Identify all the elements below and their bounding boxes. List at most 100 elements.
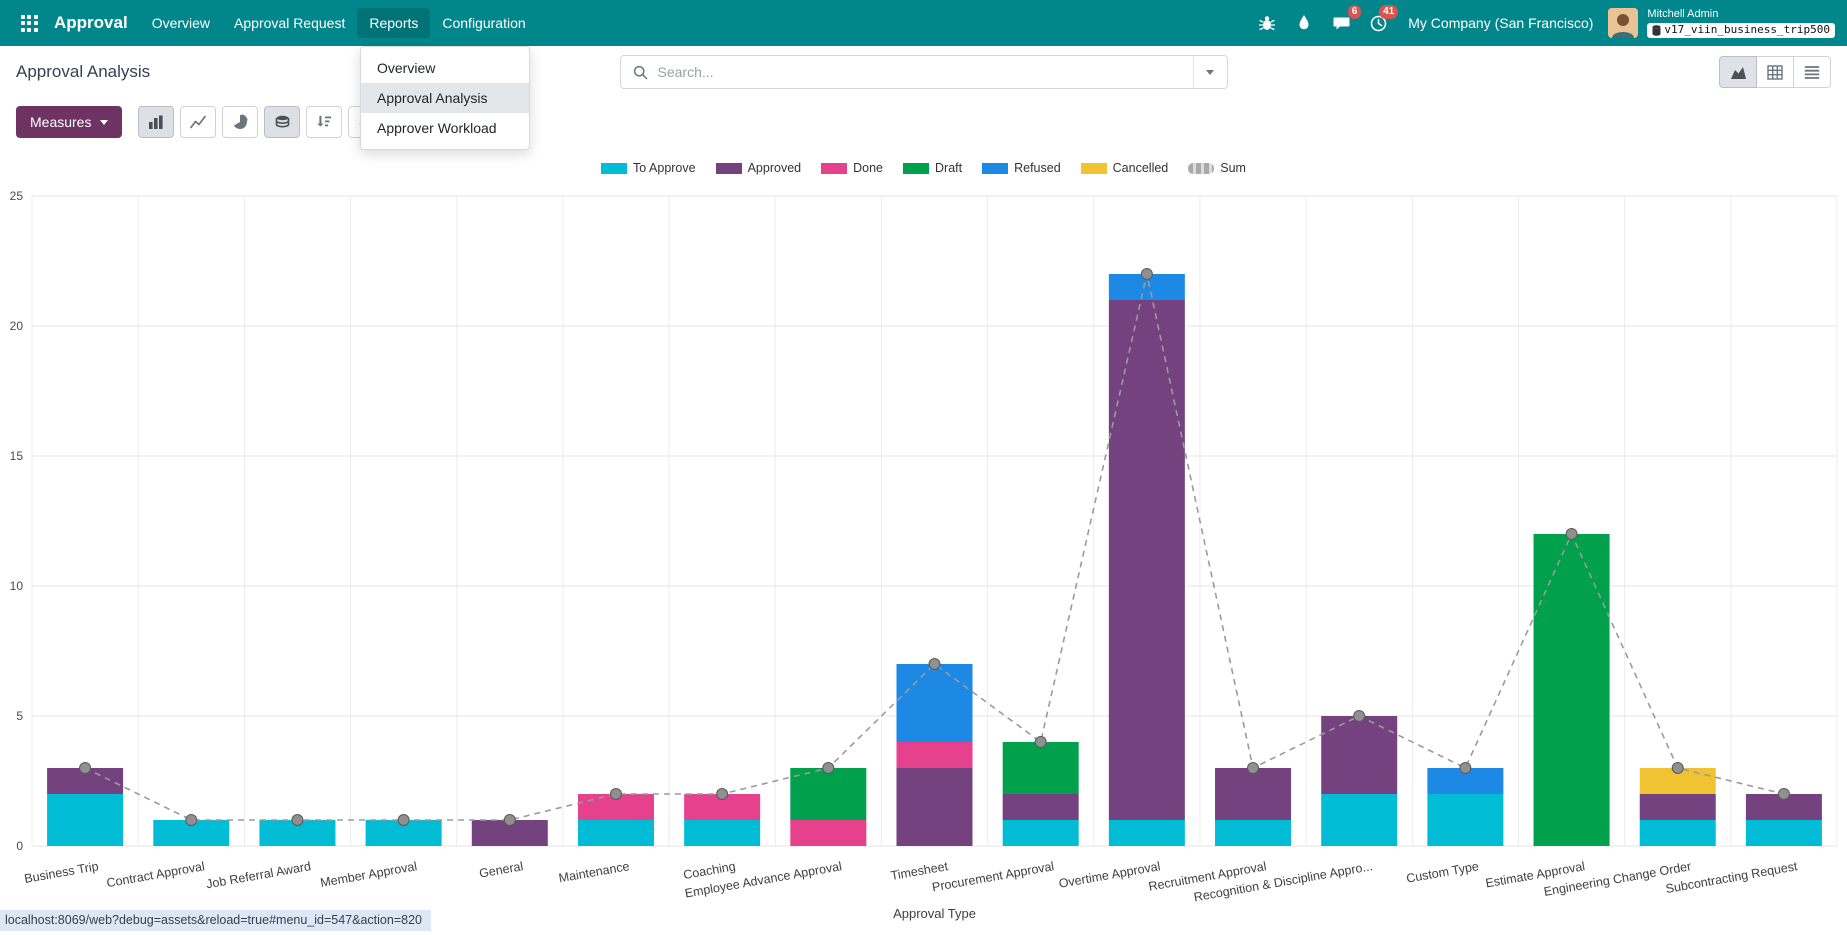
user-menu[interactable]: Mitchell Admin v17_viin_business_trip500	[1647, 8, 1835, 37]
legend-label: Refused	[1014, 161, 1061, 175]
y-tick-label: 20	[10, 319, 24, 333]
company-switcher[interactable]: My Company (San Francisco)	[1408, 15, 1593, 31]
bar-segment[interactable]	[684, 820, 760, 846]
navbar-menu: Overview Approval Request Reports Config…	[140, 0, 538, 46]
sum-point[interactable]	[1035, 737, 1046, 748]
y-tick-label: 15	[10, 449, 24, 463]
legend-label: Approved	[748, 161, 802, 175]
legend-label: Sum	[1220, 161, 1246, 175]
x-tick-label: Recognition & Discipline Appro...	[1193, 859, 1374, 904]
user-avatar[interactable]	[1608, 8, 1638, 38]
bar-segment[interactable]	[1109, 820, 1185, 846]
legend-item[interactable]: To Approve	[601, 161, 696, 175]
x-tick-label: Procurement Approval	[931, 859, 1055, 894]
sum-point[interactable]	[1672, 763, 1683, 774]
bar-segment[interactable]	[897, 664, 973, 742]
systray: 6 41 My Company (San Francisco) Mitchell…	[1256, 8, 1835, 38]
sum-point[interactable]	[929, 659, 940, 670]
pivot-view-button[interactable]	[1756, 56, 1794, 88]
bar-segment[interactable]	[1109, 300, 1185, 820]
sum-point[interactable]	[1248, 763, 1259, 774]
messages-badge: 6	[1348, 5, 1362, 19]
legend-label: Draft	[935, 161, 962, 175]
list-view-button[interactable]	[1793, 56, 1831, 88]
bar-segment[interactable]	[578, 820, 654, 846]
bar-segment[interactable]	[1215, 768, 1291, 820]
app-name[interactable]: Approval	[54, 13, 128, 33]
sum-point[interactable]	[292, 815, 303, 826]
sum-point[interactable]	[610, 789, 621, 800]
x-tick-label: Business Trip	[23, 859, 99, 886]
chart: 0510152025Business TripContract Approval…	[0, 182, 1847, 935]
sum-point[interactable]	[1778, 789, 1789, 800]
legend-item[interactable]: Cancelled	[1081, 161, 1169, 175]
measures-button[interactable]: Measures	[16, 106, 122, 138]
pie-chart-button[interactable]	[222, 106, 258, 138]
bar-segment[interactable]	[1003, 820, 1079, 846]
bar-segment[interactable]	[1003, 742, 1079, 794]
sum-point[interactable]	[1460, 763, 1471, 774]
sum-point[interactable]	[398, 815, 409, 826]
bar-segment[interactable]	[1003, 794, 1079, 820]
x-tick-label: Custom Type	[1405, 859, 1480, 886]
bar-segment[interactable]	[1321, 794, 1397, 846]
menu-configuration[interactable]: Configuration	[430, 8, 537, 38]
menu-overview[interactable]: Overview	[140, 8, 222, 38]
bar-segment[interactable]	[47, 794, 123, 846]
y-tick-label: 0	[16, 839, 23, 853]
bar-segment[interactable]	[1640, 794, 1716, 820]
bar-segment[interactable]	[1746, 820, 1822, 846]
bar-segment[interactable]	[1321, 716, 1397, 794]
sum-point[interactable]	[504, 815, 515, 826]
legend-item[interactable]: Sum	[1188, 161, 1246, 175]
bar-segment[interactable]	[1640, 820, 1716, 846]
database-badge: v17_viin_business_trip500	[1647, 23, 1835, 38]
legend-swatch	[1081, 163, 1107, 174]
bars	[47, 274, 1822, 846]
activities-button[interactable]: 41	[1367, 12, 1389, 34]
sum-point[interactable]	[823, 763, 834, 774]
legend-item[interactable]: Approved	[716, 161, 802, 175]
messages-button[interactable]: 6	[1330, 12, 1352, 34]
search-icon	[633, 65, 648, 80]
analysis-chart-svg: 0510152025Business TripContract Approval…	[0, 182, 1847, 930]
search-input[interactable]	[656, 63, 1193, 81]
buildswatch-drop-icon[interactable]	[1293, 12, 1315, 34]
database-name: v17_viin_business_trip500	[1664, 24, 1830, 37]
legend-swatch	[601, 163, 627, 174]
bar-chart-button[interactable]	[138, 106, 174, 138]
graph-view-button[interactable]	[1719, 56, 1757, 88]
statusbar-url: localhost:8069/web?debug=assets&reload=t…	[5, 913, 422, 927]
line-chart-button[interactable]	[180, 106, 216, 138]
reports-menu-approval-analysis[interactable]: Approval Analysis	[361, 83, 529, 113]
bar-segment[interactable]	[790, 820, 866, 846]
sum-point[interactable]	[80, 763, 91, 774]
legend-swatch	[1188, 163, 1214, 174]
search-options-toggle[interactable]	[1193, 56, 1227, 88]
sum-point[interactable]	[186, 815, 197, 826]
legend-item[interactable]: Draft	[903, 161, 962, 175]
reports-menu-overview[interactable]: Overview	[361, 53, 529, 83]
sort-descending-button[interactable]	[306, 106, 342, 138]
sum-point[interactable]	[1354, 711, 1365, 722]
legend-label: Done	[853, 161, 883, 175]
menu-reports[interactable]: Reports	[357, 8, 430, 38]
legend-item[interactable]: Refused	[982, 161, 1061, 175]
search-bar[interactable]	[620, 55, 1228, 89]
stacked-toggle-button[interactable]	[264, 106, 300, 138]
sum-point[interactable]	[1566, 529, 1577, 540]
menu-approval-request[interactable]: Approval Request	[222, 8, 357, 38]
bar-segment[interactable]	[897, 742, 973, 768]
apps-menu-button[interactable]	[12, 6, 46, 40]
bar-segment[interactable]	[1534, 534, 1610, 846]
legend-item[interactable]: Done	[821, 161, 883, 175]
sum-point[interactable]	[1141, 269, 1152, 280]
bar-segment[interactable]	[1215, 820, 1291, 846]
reports-menu-approver-workload[interactable]: Approver Workload	[361, 113, 529, 143]
view-switcher	[1720, 56, 1831, 88]
bar-segment[interactable]	[790, 768, 866, 820]
sum-point[interactable]	[717, 789, 728, 800]
bar-segment[interactable]	[1427, 794, 1503, 846]
bar-segment[interactable]	[897, 768, 973, 846]
debug-bug-icon[interactable]	[1256, 12, 1278, 34]
